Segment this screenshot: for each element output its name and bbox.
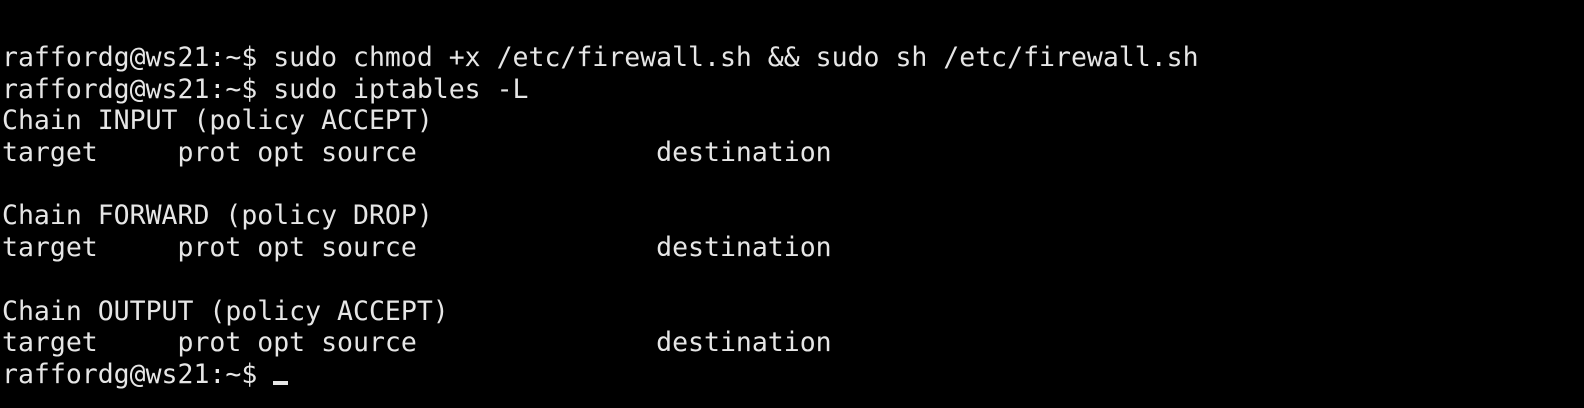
terminal-line: raffordg@ws21:~$ sudo iptables -L [2, 73, 529, 105]
terminal-line: Chain INPUT (policy ACCEPT) [2, 105, 433, 137]
terminal-line: Chain OUTPUT (policy ACCEPT) [2, 295, 449, 327]
terminal-line: target prot opt source destination [2, 137, 832, 169]
text-cursor [273, 380, 289, 385]
terminal-line: Chain FORWARD (policy DROP) [2, 200, 433, 232]
terminal-window[interactable]: raffordg@ws21:~$ sudo chmod +x /etc/fire… [0, 0, 1584, 408]
command-prompt-line[interactable]: raffordg@ws21:~$ [2, 359, 1584, 391]
shell-prompt: raffordg@ws21:~$ [2, 358, 274, 390]
terminal-line: raffordg@ws21:~$ sudo chmod +x /etc/fire… [2, 42, 1199, 73]
terminal-line: target prot opt source destination [2, 232, 832, 264]
terminal-line: target prot opt source destination [2, 327, 832, 359]
